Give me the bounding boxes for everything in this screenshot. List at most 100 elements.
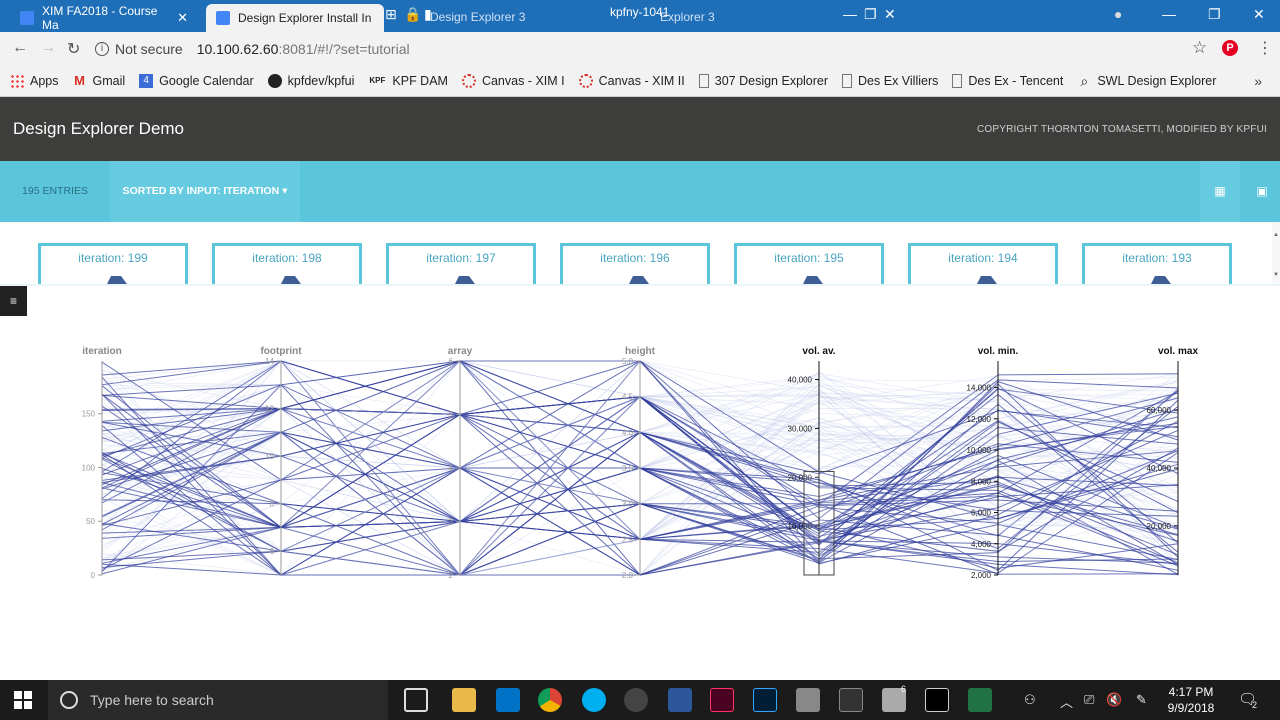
bookmarks-bar: Apps M Gmail 4 Google Calendar kpfdev/kp… bbox=[0, 65, 1280, 97]
bookmark-kpf-dam[interactable]: KPF KPF DAM bbox=[368, 74, 448, 88]
scroll-down-arrow-icon[interactable]: ▼ bbox=[1273, 272, 1279, 278]
sort-dropdown[interactable]: SORTED BY INPUT: ITERATION ▾ bbox=[110, 161, 300, 222]
close-icon[interactable]: ✕ bbox=[1253, 6, 1265, 23]
tick-label: 2 bbox=[449, 571, 454, 580]
grid-view-button[interactable]: ▦ bbox=[1200, 161, 1240, 222]
task-view-icon[interactable] bbox=[404, 688, 428, 712]
building-model-image bbox=[629, 276, 649, 284]
google-docs-icon bbox=[20, 11, 34, 25]
restore-icon[interactable]: ❐ bbox=[1208, 6, 1221, 23]
thumbnail-scrollbar[interactable]: ▲ ▼ bbox=[1272, 222, 1280, 284]
tab-design-explorer-install[interactable]: Design Explorer Install In bbox=[206, 4, 384, 32]
volume-mute-icon[interactable]: 🔇 bbox=[1106, 692, 1122, 708]
chrome-icon[interactable] bbox=[538, 688, 562, 712]
hamburger-menu-button[interactable]: ≡ bbox=[0, 286, 27, 316]
word-icon[interactable] bbox=[668, 688, 692, 712]
toolbar: 195 ENTRIES SORTED BY INPUT: ITERATION ▾… bbox=[0, 161, 1280, 222]
pinterest-icon[interactable]: P bbox=[1222, 40, 1238, 56]
file-explorer-icon[interactable] bbox=[452, 688, 476, 712]
info-icon[interactable]: i bbox=[95, 41, 109, 56]
taskbar-search-box[interactable]: Type here to search bbox=[48, 680, 388, 720]
minimize-icon[interactable]: — bbox=[843, 6, 857, 22]
forward-arrow-icon[interactable]: → bbox=[40, 39, 56, 57]
close-icon[interactable]: ✕ bbox=[884, 6, 896, 23]
thumbnail-card[interactable]: iteration: 194 bbox=[908, 243, 1058, 284]
tick-label: 3.0 bbox=[622, 500, 634, 509]
bookmark-kpfdev[interactable]: kpfdev/kpfui bbox=[267, 73, 354, 88]
thumbnail-card[interactable]: iteration: 196 bbox=[560, 243, 710, 284]
hamburger-icon: ≡ bbox=[9, 294, 17, 308]
axis-title[interactable]: footprint bbox=[260, 346, 302, 357]
clock-date: 9/9/2018 bbox=[1167, 701, 1215, 715]
bookmark-des-ex-villiers[interactable]: Des Ex Villiers bbox=[842, 73, 938, 88]
axis-title[interactable]: height bbox=[625, 346, 656, 357]
thumbnail-card[interactable]: iteration: 199 bbox=[38, 243, 188, 284]
tick-label: 100 bbox=[82, 463, 96, 472]
parallel-coordinates-chart[interactable]: iteration150100500footprint14121086array… bbox=[0, 330, 1280, 590]
thumbnail-card[interactable]: iteration: 197 bbox=[386, 243, 536, 284]
windows-start-icon[interactable] bbox=[14, 691, 32, 709]
thumbnail-card[interactable]: iteration: 193 bbox=[1082, 243, 1232, 284]
tick-label: 40,000 bbox=[788, 376, 813, 385]
thumbnail-card[interactable]: iteration: 198 bbox=[212, 243, 362, 284]
bookmark-canvas-xim-2[interactable]: Canvas - XIM II bbox=[578, 73, 685, 88]
pen-icon[interactable]: ✎ bbox=[1136, 692, 1147, 708]
bookmark-canvas-xim-1[interactable]: Canvas - XIM I bbox=[461, 73, 565, 88]
back-arrow-icon[interactable]: ← bbox=[12, 39, 28, 57]
chevron-up-icon[interactable]: ︿ bbox=[1060, 692, 1073, 711]
bookmark-apps[interactable]: Apps bbox=[10, 73, 59, 88]
user-icon[interactable]: ● bbox=[1114, 6, 1122, 22]
pin-icon[interactable]: ⊞ bbox=[385, 6, 397, 23]
tab-xim-course[interactable]: XIM FA2018 - Course Ma ✕ bbox=[10, 4, 198, 32]
scroll-up-arrow-icon[interactable]: ▲ bbox=[1273, 232, 1279, 238]
reload-icon[interactable]: ↻ bbox=[67, 39, 80, 59]
indesign-icon[interactable] bbox=[710, 688, 734, 712]
url-host: 10.100.62.60 bbox=[196, 40, 279, 57]
taskbar-clock[interactable]: 4:17 PM 9/9/2018 bbox=[1160, 684, 1222, 716]
bookmark-307-design-explorer[interactable]: 307 Design Explorer bbox=[698, 73, 828, 88]
tick-label: 50 bbox=[86, 517, 95, 526]
tab-title: XIM FA2018 - Course Ma bbox=[42, 4, 158, 32]
image-view-button[interactable]: ▣ bbox=[1244, 161, 1280, 222]
excel-icon[interactable] bbox=[968, 688, 992, 712]
thumbnail-card[interactable]: iteration: 195 bbox=[734, 243, 884, 284]
axis-title[interactable]: iteration bbox=[82, 346, 121, 357]
bookmark-google-calendar[interactable]: 4 Google Calendar bbox=[139, 73, 254, 88]
bookmark-des-ex-tencent[interactable]: Des Ex - Tencent bbox=[952, 73, 1063, 88]
minimize-icon[interactable]: — bbox=[1162, 6, 1176, 22]
divider bbox=[0, 284, 1280, 286]
slack-icon[interactable] bbox=[624, 688, 648, 712]
axis-title[interactable]: vol. av. bbox=[802, 346, 835, 357]
rhino-6-icon[interactable]: 6 bbox=[882, 684, 906, 712]
tick-label: 3.5 bbox=[622, 464, 634, 473]
axis-title[interactable]: vol. min. bbox=[978, 346, 1019, 357]
building-model-image bbox=[1151, 276, 1171, 284]
tick-label: 6,000 bbox=[971, 509, 992, 518]
axis-title[interactable]: vol. max bbox=[1158, 346, 1198, 357]
url-field[interactable]: i Not secure 10.100.62.60 :8081/#!/?set=… bbox=[95, 36, 1215, 61]
menu-kebab-icon[interactable]: ⋮ bbox=[1257, 38, 1273, 58]
close-icon[interactable]: ✕ bbox=[177, 10, 188, 26]
network-icon[interactable]: ⎚ bbox=[1084, 692, 1094, 708]
bookmark-star-icon[interactable]: ☆ bbox=[1192, 38, 1207, 58]
bookmark-gmail[interactable]: M Gmail bbox=[73, 73, 125, 88]
brush-layer[interactable] bbox=[803, 470, 835, 576]
entries-count: 195 ENTRIES bbox=[22, 185, 88, 197]
rhino-5-icon[interactable] bbox=[796, 688, 820, 712]
tick-label: 6 bbox=[270, 547, 275, 556]
tick-label: 14,000 bbox=[967, 384, 992, 393]
axis-title[interactable]: array bbox=[448, 346, 473, 357]
skype-icon[interactable] bbox=[582, 688, 606, 712]
chevron-more-icon[interactable]: » bbox=[1254, 73, 1262, 89]
photoshop-icon[interactable] bbox=[753, 688, 777, 712]
command-prompt-icon[interactable] bbox=[925, 688, 949, 712]
people-icon[interactable]: ⚇ bbox=[1024, 692, 1036, 708]
brush-selection[interactable] bbox=[803, 470, 835, 576]
cortana-icon bbox=[60, 691, 78, 709]
remote-desktop-icon[interactable] bbox=[839, 688, 863, 712]
restore-icon[interactable]: ❐ bbox=[864, 6, 877, 23]
bookmark-swl-design-explorer[interactable]: ⌕ SWL Design Explorer bbox=[1077, 74, 1216, 88]
outlook-icon[interactable] bbox=[496, 688, 520, 712]
search-placeholder: Type here to search bbox=[90, 692, 214, 708]
tick-label: 5 bbox=[449, 411, 454, 420]
